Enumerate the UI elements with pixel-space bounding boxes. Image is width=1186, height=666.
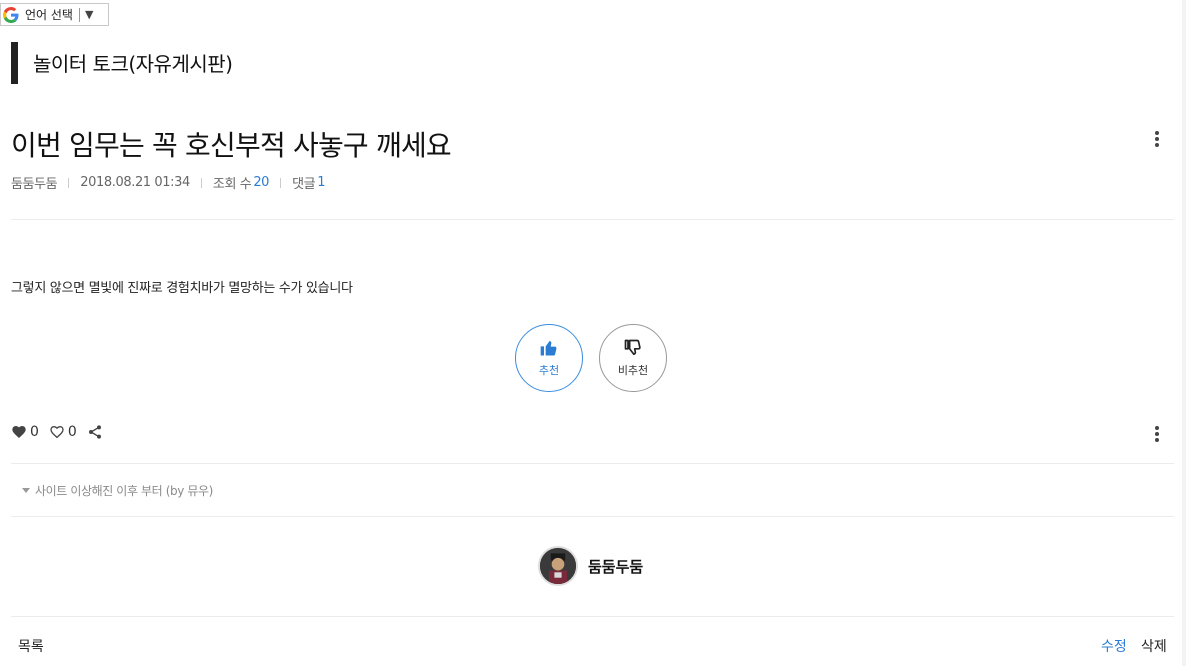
comments-label[interactable]: 댓글 — [292, 173, 316, 192]
post-author[interactable]: 둠둠두둠 — [11, 173, 58, 192]
downvote-label: 비추천 — [617, 364, 649, 377]
list-button[interactable]: 목록 — [18, 636, 44, 656]
post-date: 2018.08.21 01:34 — [80, 175, 190, 190]
post-title: 이번 임무는 꼭 호신부적 사놓구 깨세요 — [11, 129, 452, 162]
divider — [11, 616, 1174, 617]
thumbs-up-icon — [540, 340, 557, 356]
divider — [11, 516, 1174, 517]
related-post-title: 사이트 이상해진 이후 부터 (by 뮤우) — [35, 484, 213, 498]
author-name: 둠둠두둠 — [588, 557, 644, 576]
divider — [11, 219, 1174, 220]
heart-outline-icon — [50, 425, 64, 439]
like-count: 0 — [30, 424, 39, 440]
language-select-label: 언어 선택 — [25, 8, 73, 22]
related-post-link[interactable]: 사이트 이상해진 이후 부터 (by 뮤우) — [22, 482, 213, 499]
share-icon — [88, 425, 101, 439]
heart-icon — [12, 426, 26, 438]
upvote-label: 추천 — [538, 364, 560, 377]
edit-button[interactable]: 수정 — [1101, 636, 1127, 656]
chevron-down-icon: ▼ — [84, 8, 94, 21]
divider — [200, 177, 202, 188]
favorite-count: 0 — [67, 424, 77, 440]
divider — [11, 463, 1174, 464]
share-button[interactable] — [87, 424, 106, 440]
board-title[interactable]: 놀이터 토크(자유게시판) — [33, 48, 233, 77]
reaction-bar: 0 0 — [11, 424, 116, 440]
like-button[interactable]: 0 — [11, 424, 39, 440]
thumbs-down-icon — [624, 339, 641, 356]
author-profile[interactable]: 둠둠두둠 — [538, 546, 643, 586]
post-menu-kebab-icon[interactable] — [1149, 129, 1165, 149]
views-label: 조회 수 — [212, 177, 252, 192]
post-meta: 둠둠두둠 2018.08.21 01:34 조회 수 20 댓글 1 — [11, 173, 325, 192]
upvote-button[interactable]: 추천 — [515, 324, 583, 392]
avatar-icon — [540, 548, 576, 584]
downvote-button[interactable]: 비추천 — [599, 324, 667, 392]
reaction-menu-kebab-icon[interactable] — [1149, 424, 1165, 444]
delete-button[interactable]: 삭제 — [1141, 636, 1167, 656]
divider — [78, 7, 80, 22]
divider — [68, 177, 70, 188]
board-title-bar — [11, 42, 18, 84]
comments-count[interactable]: 1 — [317, 175, 325, 190]
post-body: 그렇지 않으면 멸빛에 진짜로 경험치바가 멸망하는 수가 있습니다 — [11, 281, 353, 296]
google-g-icon — [3, 6, 19, 23]
favorite-button[interactable]: 0 — [49, 424, 77, 440]
views-count: 20 — [253, 175, 270, 190]
avatar — [538, 546, 578, 586]
scrollbar[interactable] — [1182, 0, 1186, 666]
divider — [280, 177, 282, 188]
language-select[interactable]: 언어 선택 ▼ — [0, 3, 109, 26]
caret-down-icon — [22, 488, 30, 493]
